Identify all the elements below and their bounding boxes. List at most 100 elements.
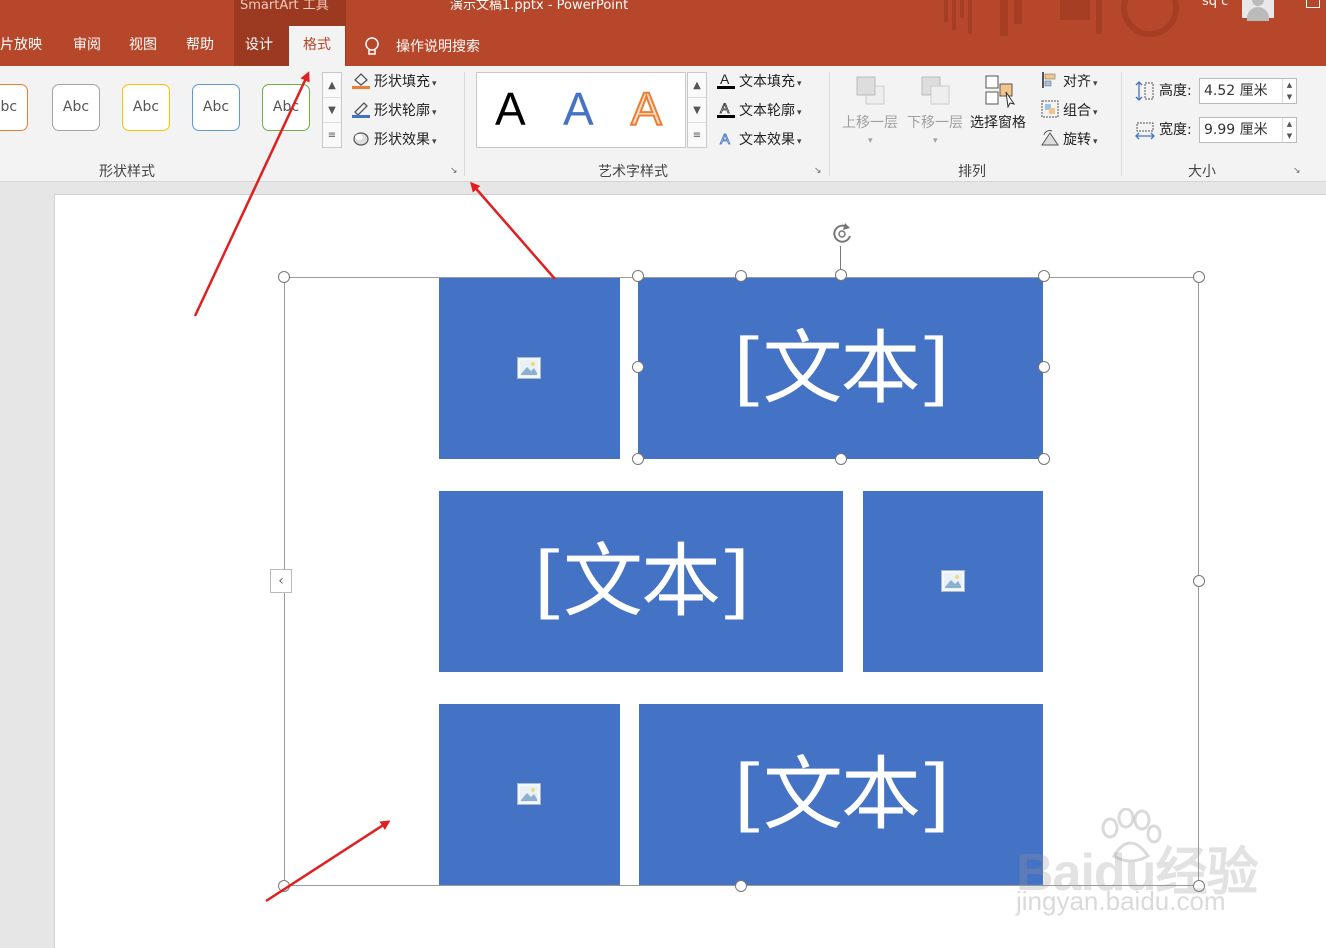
align-button[interactable]: 对齐 ▾	[1040, 71, 1098, 93]
wordart-style-blue[interactable]: A	[563, 79, 594, 139]
resize-handle[interactable]	[735, 270, 747, 282]
frame-resize-handle[interactable]	[278, 271, 290, 283]
height-icon	[1135, 81, 1154, 101]
wordart-styles-group-label: 艺术字样式	[598, 164, 668, 180]
gallery-more-icon[interactable]: ≡	[688, 123, 706, 148]
wordart-styles-launcher-icon[interactable]: ↘	[814, 166, 824, 176]
selection-pane-icon	[985, 75, 1016, 108]
picture-placeholder[interactable]	[439, 704, 620, 885]
tab-design[interactable]: 设计	[245, 26, 273, 66]
rotate-label: 旋转	[1063, 132, 1091, 148]
send-backward-button[interactable]: 下移一层 ▾	[905, 72, 969, 152]
shape-styles-group-label: 形状样式	[99, 164, 155, 180]
resize-handle[interactable]	[632, 270, 644, 282]
text-outline-button[interactable]: A 文本轮廓 ▾	[716, 100, 802, 122]
lightbulb-icon	[365, 37, 379, 55]
picture-placeholder[interactable]	[439, 278, 620, 459]
text-effects-button[interactable]: A 文本效果 ▾	[716, 129, 802, 151]
shape-effects-label: 形状效果	[374, 132, 430, 148]
text-shape[interactable]: [文本]	[639, 704, 1043, 885]
picture-placeholder[interactable]	[863, 491, 1043, 672]
group-divider	[1121, 72, 1122, 176]
text-outline-label: 文本轮廓	[739, 103, 795, 119]
text-shape[interactable]: [文本]	[439, 491, 843, 672]
shape-effects-button[interactable]: 形状效果 ▾	[351, 129, 437, 151]
shape-styles-launcher-icon[interactable]: ↘	[450, 166, 460, 176]
height-field[interactable]: 4.52 厘米 ▲ ▼	[1199, 78, 1297, 104]
wordart-gallery[interactable]: A A A	[476, 72, 686, 148]
shape-style-preset[interactable]: Abc	[52, 84, 100, 131]
width-field[interactable]: 9.99 厘米 ▲ ▼	[1199, 117, 1297, 143]
text-placeholder[interactable]: [文本]	[638, 278, 1043, 459]
wordart-gallery-scroll[interactable]: ▲ ▼ ≡	[687, 72, 707, 148]
picture-icon[interactable]	[517, 783, 541, 805]
smartart-tools-label: SmartArt 工具	[240, 0, 329, 13]
wordart-style-orange[interactable]: A	[630, 79, 663, 139]
text-shape-selected[interactable]: [文本]	[638, 278, 1043, 459]
gallery-up-icon[interactable]: ▲	[323, 73, 341, 98]
group-button[interactable]: 组合 ▾	[1040, 100, 1098, 122]
height-label: 高度:	[1159, 83, 1192, 99]
tab-format[interactable]: 格式	[289, 26, 345, 66]
shape-fill-button[interactable]: 形状填充 ▾	[351, 71, 437, 93]
gallery-more-icon[interactable]: ≡	[323, 123, 341, 148]
shape-outline-label: 形状轮廓	[374, 103, 430, 119]
text-placeholder[interactable]: [文本]	[639, 704, 1043, 885]
gallery-up-icon[interactable]: ▲	[688, 73, 706, 98]
frame-resize-handle[interactable]	[1193, 575, 1205, 587]
width-label: 宽度:	[1159, 122, 1192, 138]
paint-bucket-icon	[351, 71, 371, 89]
height-spinner[interactable]: ▲ ▼	[1282, 79, 1296, 103]
tab-review[interactable]: 审阅	[73, 26, 101, 66]
ribbon: Abc Abc Abc Abc Abc ▲ ▼ ≡ 形状填充▾ 形状轮廓▾ 形状…	[0, 66, 1326, 182]
size-launcher-icon[interactable]: ↘	[1293, 166, 1303, 176]
text-pane-toggle-chevron-left-icon[interactable]: ‹	[270, 569, 292, 593]
shape-style-preset[interactable]: Abc	[192, 84, 240, 131]
shape-style-preset[interactable]: Abc	[122, 84, 170, 131]
rotate-button[interactable]: 旋转 ▾	[1040, 129, 1098, 151]
chevron-down-icon: ▾	[933, 136, 938, 146]
resize-handle[interactable]	[1038, 270, 1050, 282]
wordart-style-black[interactable]: A	[495, 79, 526, 139]
ribbon-display-options-icon[interactable]	[1306, 0, 1320, 8]
resize-handle[interactable]	[632, 361, 644, 373]
gallery-down-icon[interactable]: ▼	[688, 98, 706, 123]
width-icon	[1135, 122, 1155, 140]
tab-slideshow[interactable]: 片放映	[0, 26, 42, 66]
shape-styles-gallery-scroll[interactable]: ▲ ▼ ≡	[322, 72, 342, 148]
picture-icon[interactable]	[941, 570, 965, 592]
gallery-down-icon[interactable]: ▼	[323, 98, 341, 123]
tab-view[interactable]: 视图	[129, 26, 157, 66]
align-label: 对齐	[1063, 74, 1091, 90]
baidu-watermark: Baidu经验 jingyan.baidu.com	[1016, 808, 1316, 918]
title-decoration	[944, 0, 1179, 37]
title-bar: SmartArt 工具 演示文稿1.pptx - PowerPoint sq c…	[0, 0, 1326, 66]
shape-style-preset[interactable]: Abc	[0, 84, 28, 131]
text-fill-button[interactable]: A 文本填充 ▾	[716, 71, 802, 93]
svg-text:A: A	[720, 100, 730, 116]
shape-fill-label: 形状填充	[374, 74, 430, 90]
bring-forward-button[interactable]: 上移一层 ▾	[840, 72, 904, 152]
text-effects-label: 文本效果	[739, 132, 795, 148]
shape-outline-button[interactable]: 形状轮廓 ▾	[351, 100, 437, 122]
avatar[interactable]	[1242, 0, 1274, 21]
shape-style-preset[interactable]: Abc	[262, 84, 310, 131]
tab-help[interactable]: 帮助	[186, 26, 214, 66]
resize-handle[interactable]	[632, 453, 644, 465]
text-outline-icon: A	[716, 100, 736, 118]
user-name[interactable]: sq c	[1202, 0, 1228, 9]
resize-handle[interactable]	[1038, 453, 1050, 465]
frame-resize-handle[interactable]	[735, 880, 747, 892]
picture-icon[interactable]	[517, 357, 541, 379]
width-spinner[interactable]: ▲ ▼	[1282, 118, 1296, 142]
resize-handle[interactable]	[1038, 361, 1050, 373]
svg-text:A: A	[720, 131, 730, 147]
resize-handle[interactable]	[835, 269, 847, 281]
selection-pane-button[interactable]: 选择窗格	[970, 72, 1032, 152]
frame-resize-handle[interactable]	[278, 880, 290, 892]
svg-text:A: A	[720, 71, 730, 87]
resize-handle[interactable]	[835, 453, 847, 465]
rotate-handle-icon[interactable]	[827, 220, 857, 248]
frame-resize-handle[interactable]	[1193, 271, 1205, 283]
text-placeholder[interactable]: [文本]	[439, 491, 843, 672]
